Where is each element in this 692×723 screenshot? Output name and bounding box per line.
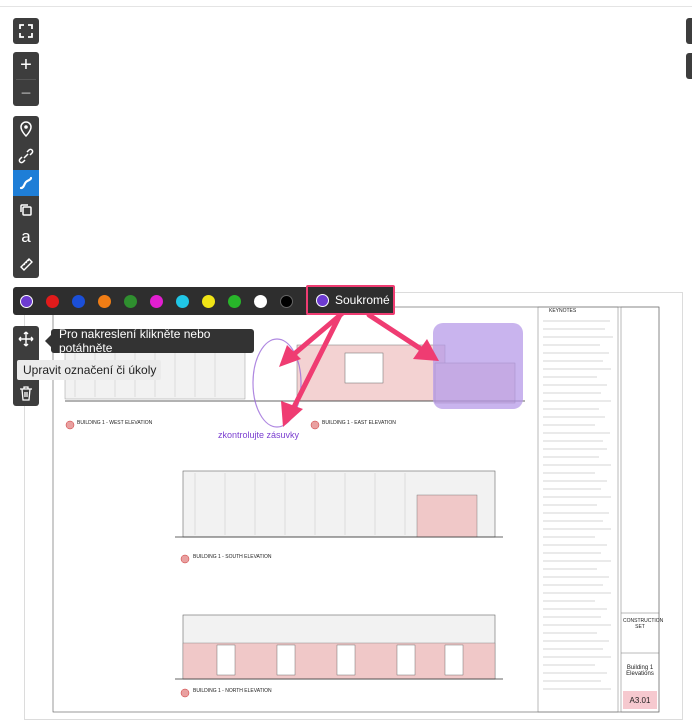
fullscreen-button[interactable]	[13, 18, 39, 44]
swatch-red[interactable]	[46, 295, 59, 308]
freehand-icon	[19, 176, 33, 190]
swatch-private[interactable]	[20, 295, 33, 308]
fullscreen-icon	[19, 24, 33, 38]
swatch-lime[interactable]	[228, 295, 241, 308]
swatch-blue[interactable]	[72, 295, 85, 308]
text-tool[interactable]: a	[13, 224, 39, 250]
freehand-tool[interactable]	[13, 170, 39, 196]
shape-tool[interactable]	[13, 197, 39, 223]
draw-tooltip: Pro nakreslení klikněte nebo potáhněte	[45, 327, 254, 355]
sheet-title: Building 1 Elevations	[626, 665, 654, 677]
trash-icon	[20, 386, 32, 401]
north-elevation-label: BUILDING 1 - NORTH ELEVATION	[193, 688, 272, 694]
shapes-icon	[20, 204, 32, 216]
west-elevation-label: BUILDING 1 - WEST ELEVATION	[77, 420, 153, 426]
zoom-in-button[interactable]: +	[13, 52, 39, 78]
swatch-green[interactable]	[124, 295, 137, 308]
map-pin-icon	[20, 121, 32, 137]
keynotes-header: KEYNOTES	[549, 308, 577, 314]
private-label: Soukromé	[335, 293, 390, 307]
swatch-yellow[interactable]	[202, 295, 215, 308]
east-elevation-label: BUILDING 1 - EAST ELEVATION	[322, 420, 396, 426]
viewer-frame: + − a KEYNOTES BUILDING 1 - WEST ELEVATI…	[0, 0, 692, 723]
swatch-magenta[interactable]	[150, 295, 163, 308]
private-icon	[316, 293, 329, 307]
measure-tool[interactable]	[13, 251, 39, 277]
right-panel-button-2[interactable]	[686, 53, 692, 79]
color-palette	[13, 287, 309, 315]
private-button[interactable]: Soukromé	[306, 285, 395, 315]
zoom-out-button[interactable]: −	[13, 80, 39, 106]
pin-tool[interactable]	[13, 116, 39, 142]
sheet-number: A3.01	[629, 696, 651, 705]
swatch-black[interactable]	[280, 295, 293, 308]
annotation-text[interactable]: zkontrolujte zásuvky	[218, 430, 299, 440]
delete-tool[interactable]	[13, 380, 39, 406]
swatch-white[interactable]	[254, 295, 267, 308]
move-tool[interactable]	[13, 326, 39, 352]
right-panel-button[interactable]	[686, 18, 692, 44]
zoom-controls: + −	[13, 52, 39, 106]
link-tool[interactable]	[13, 143, 39, 169]
edit-markup-label: Upravit označení či úkoly	[17, 360, 161, 380]
swatch-cyan[interactable]	[176, 295, 189, 308]
markup-tools: a	[13, 116, 39, 278]
move-icon	[18, 331, 34, 347]
ruler-icon	[20, 258, 33, 271]
link-icon	[18, 148, 34, 164]
south-elevation-label: BUILDING 1 - SOUTH ELEVATION	[193, 554, 272, 560]
swatch-orange[interactable]	[98, 295, 111, 308]
drawing-sheet[interactable]: KEYNOTES BUILDING 1 - WEST ELEVATION BUI…	[24, 292, 683, 720]
stamp-title: CONSTRUCTION SET	[623, 618, 664, 630]
top-divider	[0, 6, 692, 7]
elevation-drawing	[52, 306, 660, 713]
